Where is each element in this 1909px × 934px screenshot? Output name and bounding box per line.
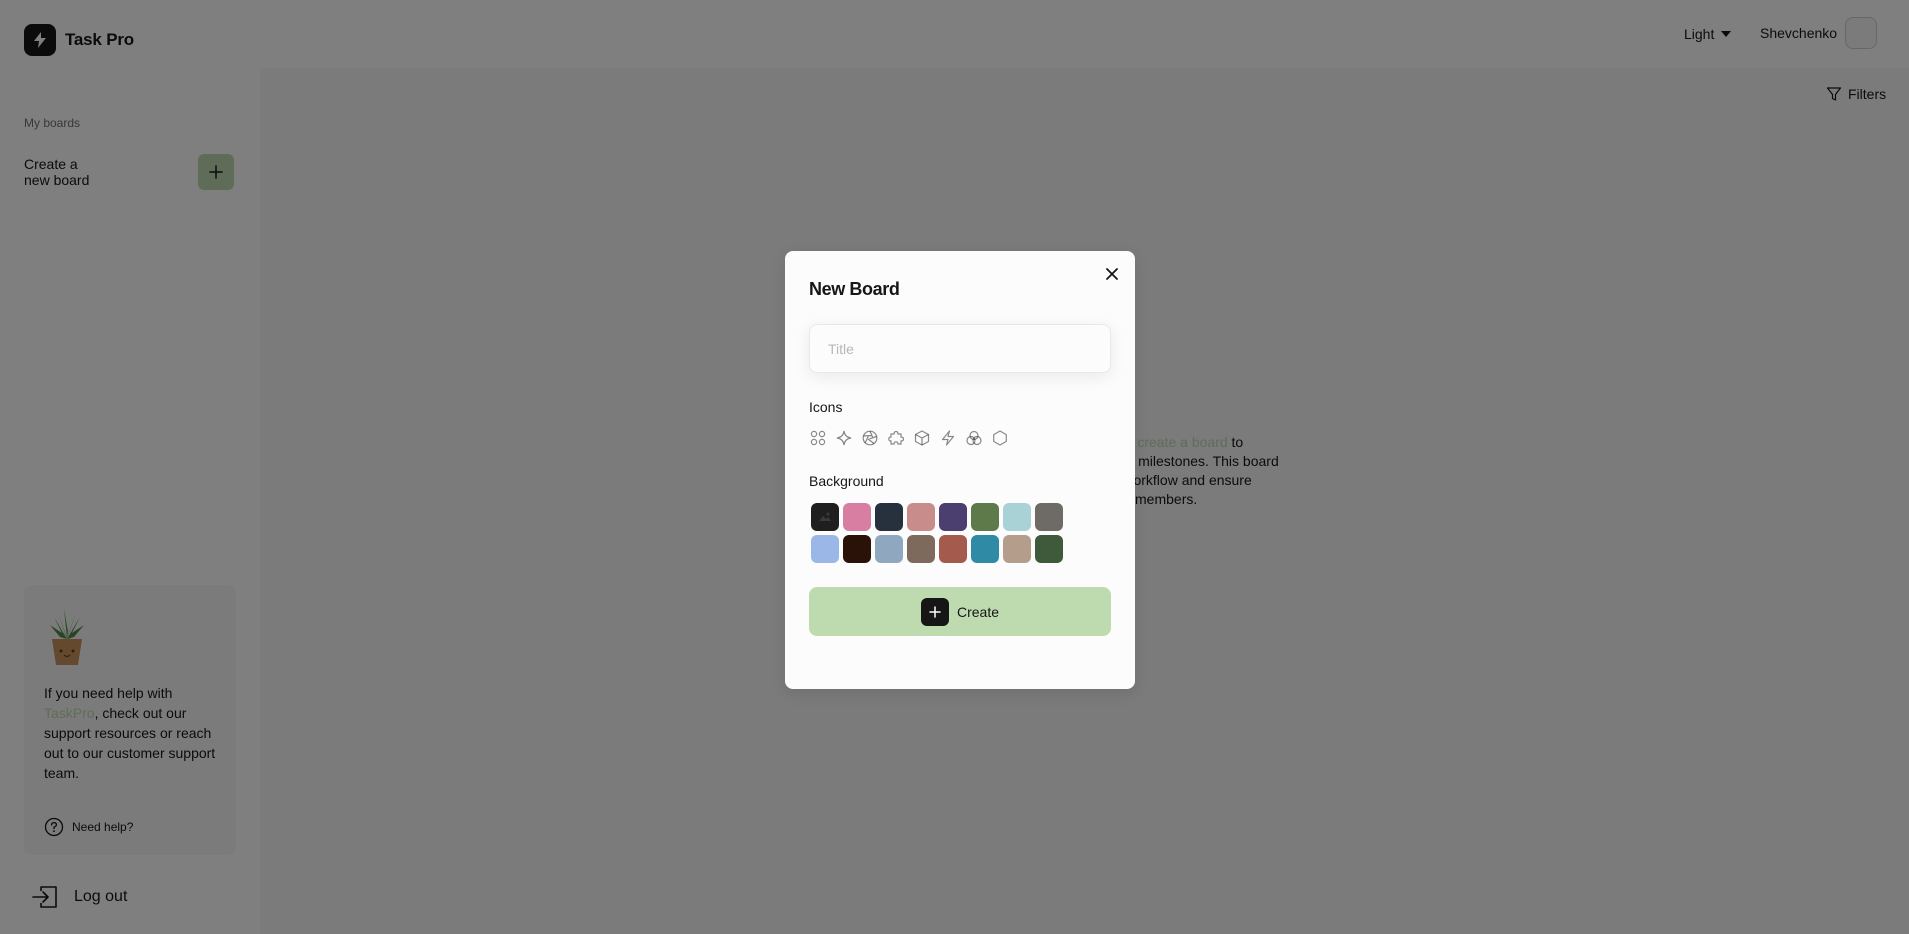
title-input[interactable]: [809, 324, 1111, 373]
bg-option-purple-night[interactable]: [939, 503, 967, 531]
bg-option-grey-clouds[interactable]: [1035, 503, 1063, 531]
bg-option-moon-eclipse[interactable]: [843, 535, 871, 563]
plus-icon: [920, 597, 949, 626]
new-board-modal: New Board Icons Background: [785, 251, 1135, 689]
lightning-icon[interactable]: [939, 429, 957, 447]
image-placeholder-icon: [819, 512, 831, 521]
create-button[interactable]: Create: [809, 587, 1111, 636]
puzzle-icon[interactable]: [887, 429, 905, 447]
bg-option-night-sky[interactable]: [875, 503, 903, 531]
bg-option-sailing-sea[interactable]: [875, 535, 903, 563]
bg-option-balloon-sky[interactable]: [1003, 503, 1031, 531]
background-label: Background: [809, 473, 884, 489]
close-button[interactable]: [1103, 265, 1121, 283]
bg-option-pink-blossom[interactable]: [843, 503, 871, 531]
cube-icon[interactable]: [913, 429, 931, 447]
hexagon-icon[interactable]: [991, 429, 1009, 447]
sparkle-icon[interactable]: [835, 429, 853, 447]
modal-title: New Board: [809, 279, 900, 299]
bg-option-rainbow-hill[interactable]: [939, 535, 967, 563]
bg-option-hot-air-balloons[interactable]: [1003, 535, 1031, 563]
bg-option-none[interactable]: [811, 503, 839, 531]
bg-option-rocky-coast[interactable]: [907, 535, 935, 563]
close-icon: [1106, 268, 1118, 280]
bg-option-aurora[interactable]: [1035, 535, 1063, 563]
icons-label: Icons: [809, 399, 843, 415]
bg-option-pink-tree[interactable]: [907, 503, 935, 531]
colors-icon[interactable]: [965, 429, 983, 447]
background-picker: [811, 503, 1111, 563]
bg-option-turquoise-sea[interactable]: [971, 535, 999, 563]
bg-option-blue-sphere[interactable]: [811, 535, 839, 563]
bg-option-green-leaves[interactable]: [971, 503, 999, 531]
icons-picker: [809, 429, 1111, 447]
four-circles-icon[interactable]: [809, 429, 827, 447]
aperture-icon[interactable]: [861, 429, 879, 447]
create-label: Create: [956, 603, 1000, 620]
